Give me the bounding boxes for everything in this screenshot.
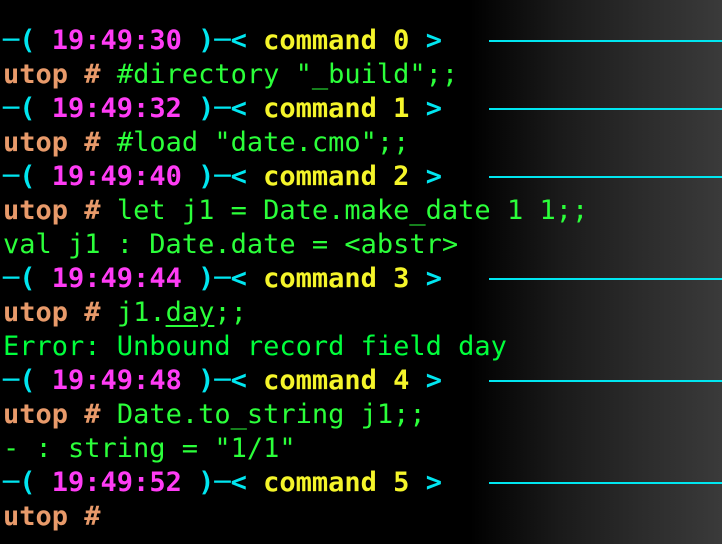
header-rule (489, 380, 722, 382)
prompt: utop # (3, 59, 101, 90)
timestamp: 19:49:52 (51, 467, 182, 498)
command-number: 3 (393, 263, 410, 294)
input-line[interactable]: utop # let j1 = Date.make_date 1 1;; (3, 194, 722, 228)
timestamp: 19:49:44 (51, 263, 182, 294)
prompt: utop # (3, 195, 101, 226)
header-rule (489, 482, 722, 484)
header-rule (489, 108, 722, 110)
prompt: utop # (3, 297, 101, 328)
command-number: 1 (393, 93, 410, 124)
command-number: 0 (393, 25, 410, 56)
header-rule (489, 176, 722, 178)
input-line[interactable]: utop # Date.to_string j1;; (3, 398, 722, 432)
command-label: command (263, 93, 377, 124)
command-number: 2 (393, 161, 410, 192)
command-input-pre: j1. (116, 297, 166, 328)
command-label: command (263, 467, 377, 498)
timestamp: 19:49:32 (51, 93, 182, 124)
command-header: ─( 19:49:44 )─< command 3 > (3, 262, 722, 296)
command-input: let j1 = Date.make_date 1 1;; (116, 195, 589, 226)
input-line[interactable]: utop # #load "date.cmo";; (3, 126, 722, 160)
error-highlight: day (165, 297, 215, 328)
prompt: utop # (3, 501, 101, 532)
command-header: ─( 19:49:30 )─< command 0 > (3, 24, 722, 58)
command-label: command (263, 25, 377, 56)
command-header: ─( 19:49:40 )─< command 2 > (3, 160, 722, 194)
input-line[interactable]: utop # j1.day;; (3, 296, 722, 330)
command-number: 5 (393, 467, 410, 498)
header-rule (489, 278, 722, 280)
command-input: #load "date.cmo";; (116, 127, 410, 158)
prompt: utop # (3, 399, 101, 430)
command-header: ─( 19:49:32 )─< command 1 > (3, 92, 722, 126)
command-label: command (263, 263, 377, 294)
terminal-window[interactable]: ─( 19:49:30 )─< command 0 > utop # #dire… (3, 24, 722, 534)
timestamp: 19:49:48 (51, 365, 182, 396)
command-input: #directory "_build";; (116, 59, 459, 90)
timestamp: 19:49:40 (51, 161, 182, 192)
header-rule (489, 40, 722, 42)
command-output: val j1 : Date.date = <abstr> (3, 229, 459, 260)
input-line[interactable]: utop # #directory "_build";; (3, 58, 722, 92)
command-number: 4 (393, 365, 410, 396)
command-input-post: ;; (214, 297, 247, 328)
command-output: - : string = "1/1" (3, 433, 296, 464)
command-label: command (263, 365, 377, 396)
command-input: Date.to_string j1;; (116, 399, 426, 430)
command-label: command (263, 161, 377, 192)
timestamp: 19:49:30 (51, 25, 182, 56)
prompt: utop # (3, 127, 101, 158)
active-input-line[interactable]: utop # (3, 500, 722, 534)
command-header: ─( 19:49:52 )─< command 5 > (3, 466, 722, 500)
command-header: ─( 19:49:48 )─< command 4 > (3, 364, 722, 398)
error-message: Error: Unbound record field day (3, 331, 507, 362)
